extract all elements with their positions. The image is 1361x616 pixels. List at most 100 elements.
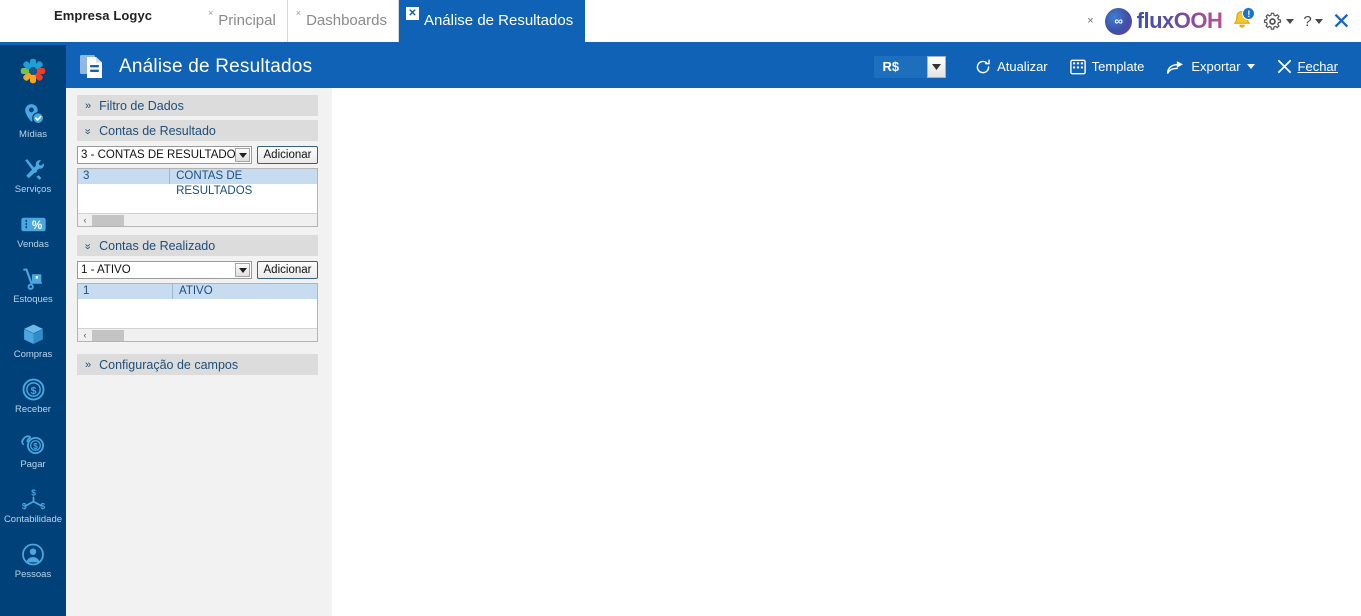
- sidebar-item-pessoas[interactable]: Pessoas: [0, 533, 66, 588]
- notifications-button[interactable]: !: [1231, 7, 1256, 34]
- gear-icon: [1264, 12, 1282, 30]
- row-code: 1: [78, 284, 173, 299]
- sidebar-item-label: Mídias: [19, 128, 47, 140]
- row-code: 3: [78, 169, 171, 184]
- top-tab-bar: Empresa Logyc × Principal × Dashboards ✕…: [0, 0, 1361, 45]
- chevron-down-icon[interactable]: [927, 55, 947, 78]
- row-name: ATIVO: [179, 285, 213, 297]
- add-conta-resultado-button[interactable]: Adicionar: [257, 146, 318, 164]
- help-label: ?: [1303, 12, 1312, 30]
- section-title: Configuração de campos: [99, 357, 239, 372]
- application-window: Empresa Logyc × Principal × Dashboards ✕…: [0, 0, 1361, 616]
- sidebar-item-label: Contabilidade: [3, 513, 63, 525]
- select-value: 1 - ATIVO: [81, 264, 131, 276]
- module-toolbar: Análise de Resultados R$ Atualizar Templ…: [66, 45, 1361, 88]
- export-button[interactable]: Exportar: [1155, 45, 1265, 88]
- money-coins-icon: $: [20, 432, 46, 458]
- toolbar-actions: R$ Atualizar Template Exportar Fechar: [874, 45, 1361, 88]
- settings-button[interactable]: [1262, 11, 1295, 32]
- contas-realizado-select[interactable]: 1 - ATIVO: [77, 261, 252, 279]
- fluxooh-brand-logo[interactable]: ∞ fluxOOH: [1104, 7, 1223, 35]
- sidebar-item-label: Compras: [13, 348, 53, 360]
- sidebar-item-label: Vendas: [17, 238, 49, 250]
- app-logo[interactable]: [0, 49, 66, 93]
- page-title: Análise de Resultados: [119, 55, 313, 77]
- template-grid-icon: [1069, 59, 1086, 74]
- close-module-button[interactable]: Fechar: [1266, 45, 1349, 88]
- coin-dollar-icon: $: [21, 377, 46, 403]
- sidebar-item-vendas[interactable]: % Vendas: [0, 203, 66, 258]
- sidebar-item-label: Estoques: [13, 293, 53, 305]
- chevron-right-icon: »: [85, 99, 91, 112]
- list-item[interactable]: 3 CONTAS DE RESULTADOS: [78, 169, 317, 197]
- tab-close-icon[interactable]: ×: [296, 9, 301, 18]
- fluxooh-mark-icon: ∞: [1104, 7, 1132, 35]
- sidebar-item-label: Serviços: [14, 183, 52, 195]
- chevron-down-icon: [1286, 18, 1295, 24]
- hand-truck-icon: [21, 267, 46, 293]
- scrollbar-thumb[interactable]: [92, 214, 124, 226]
- sidebar-item-contabilidade[interactable]: $ $ $ Contabilidade: [0, 478, 66, 533]
- tools-wrench-screwdriver-icon: [21, 157, 46, 183]
- contas-realizado-list[interactable]: 1 ATIVO ‹: [77, 283, 318, 342]
- sidebar-item-compras[interactable]: Compras: [0, 313, 66, 368]
- sidebar-item-label: Receber: [15, 403, 51, 415]
- currency-select[interactable]: R$: [874, 55, 947, 78]
- tab-analise-de-resultados[interactable]: ✕ Análise de Resultados: [398, 0, 586, 42]
- contas-resultado-list[interactable]: 3 CONTAS DE RESULTADOS ‹: [77, 168, 318, 227]
- section-title: Contas de Realizado: [99, 238, 216, 253]
- refresh-label: Atualizar: [997, 59, 1048, 74]
- sidebar-item-estoques[interactable]: Estoques: [0, 258, 66, 313]
- svg-text:%: %: [31, 219, 42, 232]
- section-contas-de-realizado[interactable]: » Contas de Realizado: [77, 235, 318, 256]
- close-x-icon: [1277, 59, 1291, 74]
- tab-strip: × Principal × Dashboards ✕ Análise de Re…: [200, 0, 586, 42]
- window-close-button[interactable]: ✕: [1332, 9, 1351, 33]
- section-filtro-de-dados[interactable]: » Filtro de Dados: [77, 95, 318, 116]
- list-item[interactable]: 1 ATIVO: [78, 284, 317, 299]
- sidebar-item-label: Pessoas: [14, 568, 52, 580]
- tab-label: Dashboards: [306, 12, 387, 29]
- add-conta-realizado-button[interactable]: Adicionar: [257, 261, 318, 279]
- scroll-left-arrow-icon[interactable]: ‹: [78, 215, 92, 225]
- close-module-label: Fechar: [1297, 59, 1338, 74]
- tab-dashboards[interactable]: × Dashboards: [287, 0, 399, 42]
- select-value: 3 - CONTAS DE RESULTADOS: [81, 149, 244, 161]
- sidebar-item-receber[interactable]: $ Receber: [0, 368, 66, 423]
- export-label: Exportar: [1191, 59, 1241, 74]
- scrollbar-thumb[interactable]: [92, 329, 124, 341]
- minimize-close-icon[interactable]: ×: [1087, 15, 1093, 27]
- tab-label: Análise de Resultados: [423, 12, 574, 29]
- chevron-down-icon: [1314, 18, 1323, 24]
- sidebar-item-servicos[interactable]: Serviços: [0, 148, 66, 203]
- notification-badge: !: [1242, 7, 1256, 20]
- chevron-right-icon: »: [85, 358, 91, 371]
- svg-text:$: $: [30, 386, 36, 397]
- horizontal-scrollbar[interactable]: ‹: [78, 328, 317, 341]
- refresh-button[interactable]: Atualizar: [964, 45, 1059, 88]
- scroll-left-arrow-icon[interactable]: ‹: [78, 330, 92, 340]
- svg-text:$: $: [33, 442, 38, 451]
- top-right-toolbar: × ∞ fluxOOH ! ? ✕: [1087, 0, 1351, 42]
- help-button[interactable]: ?: [1303, 12, 1323, 30]
- map-pin-check-icon: [21, 102, 46, 128]
- chevron-down-icon: »: [81, 127, 94, 134]
- filters-panel: » Filtro de Dados » Contas de Resultado …: [66, 88, 332, 616]
- section-contas-de-resultado[interactable]: » Contas de Resultado: [77, 120, 318, 141]
- tab-principal[interactable]: × Principal: [200, 0, 288, 42]
- sidebar-item-pagar[interactable]: $ Pagar: [0, 423, 66, 478]
- tab-close-icon[interactable]: ×: [208, 9, 213, 18]
- contas-resultado-select[interactable]: 3 - CONTAS DE RESULTADOS: [77, 146, 252, 164]
- company-name: Empresa Logyc: [54, 8, 153, 23]
- horizontal-scrollbar[interactable]: ‹: [78, 213, 317, 226]
- chevron-down-icon[interactable]: [235, 263, 250, 277]
- accounting-split-icon: $ $ $: [20, 487, 47, 513]
- template-button[interactable]: Template: [1059, 45, 1156, 88]
- tab-close-icon[interactable]: ✕: [405, 7, 419, 20]
- main-navigation-sidebar: Mídias Serviços % Vendas Estoques Compra…: [0, 45, 66, 616]
- chevron-down-icon[interactable]: [235, 148, 250, 162]
- sidebar-item-midias[interactable]: Mídias: [0, 93, 66, 148]
- fluxooh-brand-name: fluxOOH: [1136, 8, 1223, 33]
- section-configuracao-de-campos[interactable]: » Configuração de campos: [77, 354, 318, 375]
- export-share-icon: [1167, 60, 1184, 74]
